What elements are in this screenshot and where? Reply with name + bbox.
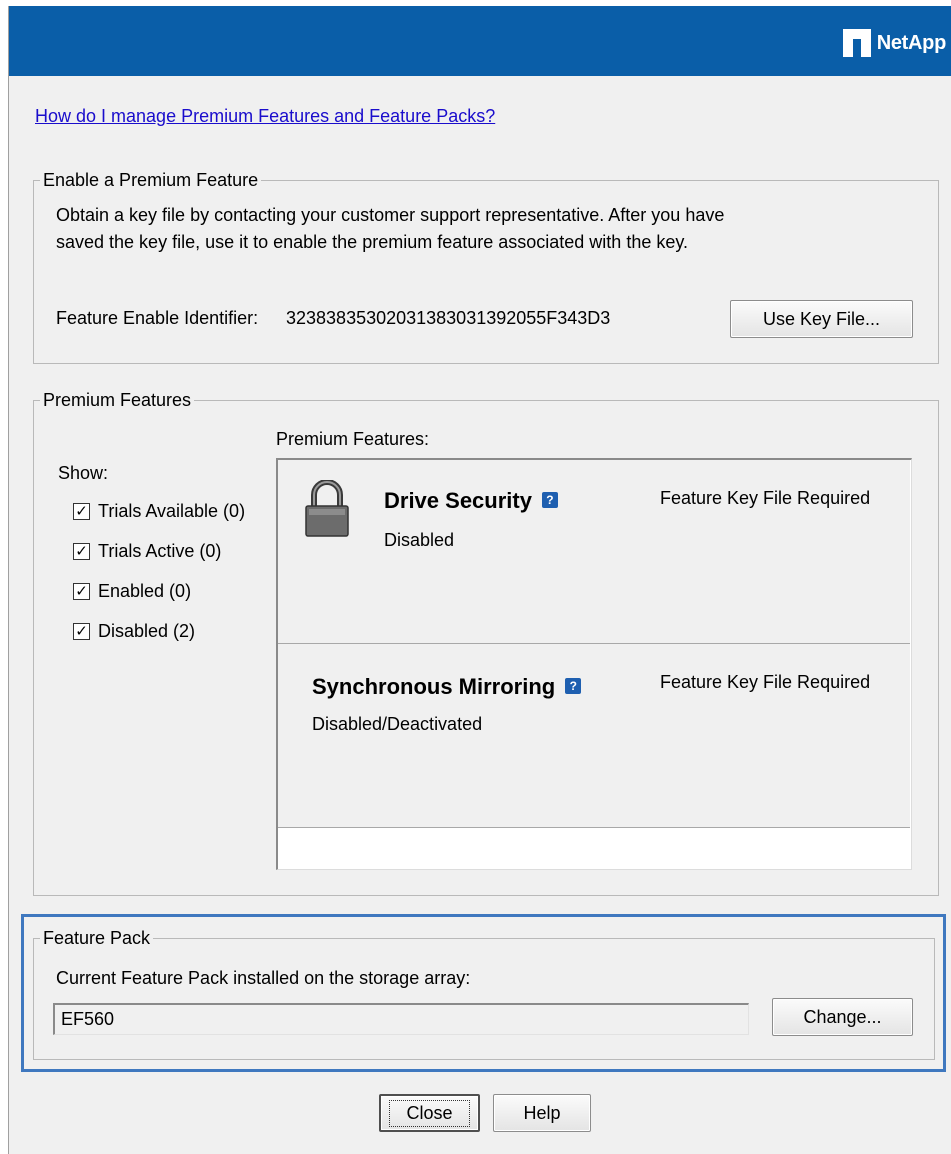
feature-enable-identifier-label: Feature Enable Identifier: bbox=[56, 308, 259, 328]
premium-features-legend: Premium Features bbox=[43, 390, 192, 410]
feature-status: Disabled bbox=[384, 530, 455, 550]
feature-item-drive-security[interactable]: Drive Security? Disabled Feature Key Fil… bbox=[278, 460, 910, 644]
disabled-label: Disabled (2) bbox=[98, 621, 196, 641]
help-question-icon[interactable]: ? bbox=[565, 678, 582, 695]
lock-icon bbox=[305, 480, 349, 537]
help-question-icon[interactable]: ? bbox=[541, 492, 558, 509]
feature-pack-description: Current Feature Pack installed on the st… bbox=[56, 968, 471, 988]
feature-pack-legend: Feature Pack bbox=[43, 928, 151, 948]
close-button-label: Close bbox=[389, 1099, 470, 1127]
premium-features-list-label: Premium Features: bbox=[276, 429, 430, 449]
feature-name: Drive Security? bbox=[384, 488, 558, 514]
enable-feature-legend: Enable a Premium Feature bbox=[43, 170, 259, 190]
enabled-label: Enabled (0) bbox=[98, 581, 192, 601]
change-feature-pack-button[interactable]: Change... bbox=[772, 998, 913, 1036]
feature-pack-field[interactable] bbox=[53, 1003, 749, 1035]
feature-status: Disabled/Deactivated bbox=[312, 714, 483, 734]
trials-available-checkbox[interactable]: ✓ bbox=[73, 503, 90, 520]
netapp-logo-icon bbox=[842, 29, 871, 57]
header-banner: NetApp bbox=[9, 6, 951, 76]
help-link[interactable]: How do I manage Premium Features and Fea… bbox=[35, 106, 495, 127]
trials-active-label: Trials Active (0) bbox=[98, 541, 222, 561]
enabled-checkbox[interactable]: ✓ bbox=[73, 583, 90, 600]
filter-disabled[interactable]: ✓ Disabled (2) bbox=[73, 621, 195, 642]
filter-trials-active[interactable]: ✓ Trials Active (0) bbox=[73, 541, 221, 562]
filter-enabled[interactable]: ✓ Enabled (0) bbox=[73, 581, 191, 602]
trials-available-label: Trials Available (0) bbox=[98, 501, 246, 521]
premium-features-list[interactable]: Drive Security? Disabled Feature Key Fil… bbox=[276, 458, 912, 870]
trials-active-checkbox[interactable]: ✓ bbox=[73, 543, 90, 560]
disabled-checkbox[interactable]: ✓ bbox=[73, 623, 90, 640]
show-label: Show: bbox=[58, 463, 109, 483]
logo-text: NetApp bbox=[876, 31, 947, 54]
filter-trials-available[interactable]: ✓ Trials Available (0) bbox=[73, 501, 245, 522]
feature-name: Synchronous Mirroring? bbox=[312, 674, 582, 700]
premium-features-dialog: NetApp How do I manage Premium Features … bbox=[8, 6, 951, 1154]
feature-pack-group: Feature Pack bbox=[33, 928, 935, 1060]
feature-item-synchronous-mirroring[interactable]: Synchronous Mirroring? Disabled/Deactiva… bbox=[278, 644, 910, 828]
feature-key-requirement: Feature Key File Required bbox=[660, 672, 871, 692]
feature-enable-identifier-value: 32383835302031383031392055F343D3 bbox=[286, 308, 611, 328]
feature-key-requirement: Feature Key File Required bbox=[660, 488, 871, 508]
enable-feature-description: Obtain a key file by contacting your cus… bbox=[56, 205, 725, 252]
netapp-logo: NetApp bbox=[842, 26, 947, 60]
close-button[interactable]: Close bbox=[379, 1094, 480, 1132]
help-button[interactable]: Help bbox=[493, 1094, 591, 1132]
use-key-file-button[interactable]: Use Key File... bbox=[730, 300, 913, 338]
